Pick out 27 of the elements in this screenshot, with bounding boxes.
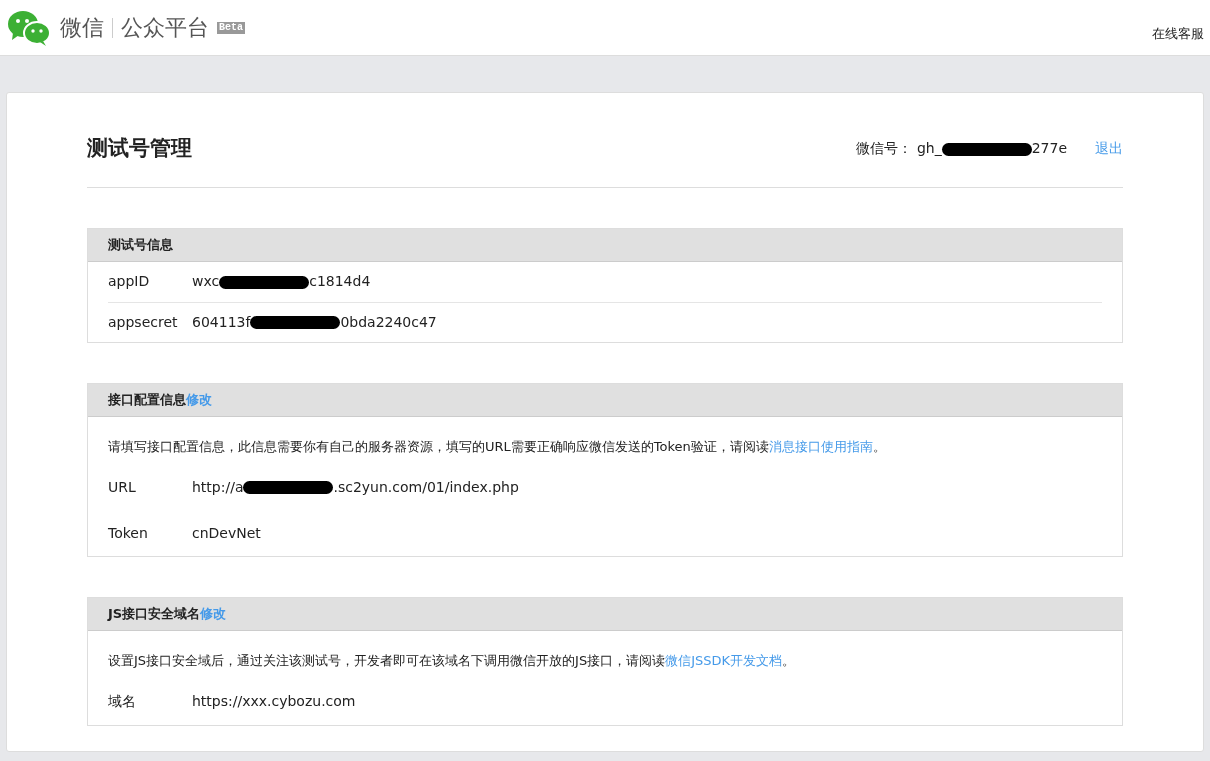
guide-link[interactable]: 微信JSSDK开发文档 <box>665 653 783 668</box>
field-value: http://a .sc2yun.com/01/index.php <box>192 477 519 497</box>
field-value: wxc c1814d4 <box>192 272 371 291</box>
field-label: appsecret <box>108 312 179 332</box>
field-label: URL <box>108 477 137 497</box>
edit-link[interactable]: 修改 <box>186 389 212 410</box>
logo-icon <box>6 8 52 47</box>
beta-badge: Beta <box>217 21 245 34</box>
description-text: 请填写接口配置信息，此信息需要你有自己的服务器资源，填写的URL需要正确响应微信发送的Token验证，请阅读消息接口使用指南。 <box>108 437 887 456</box>
product-name: 公众平台 <box>121 14 209 42</box>
page-title: 测试号管理 <box>87 135 192 162</box>
section-title: JS接口安全域名 <box>108 605 201 624</box>
guide-link[interactable]: 消息接口使用指南 <box>768 438 873 454</box>
field-label: Token <box>108 523 149 543</box>
brand-name: 微信 <box>60 14 104 42</box>
field-label: appID <box>108 272 151 291</box>
edit-link[interactable]: 修改 <box>200 604 227 624</box>
section-title: 测试号信息 <box>108 235 173 254</box>
online-service-link[interactable]: 在线客服 <box>1152 23 1204 43</box>
field-value: https://xxx.cybozu.com <box>192 692 356 711</box>
account-id: 微信号： gh_ 277e <box>856 139 1067 159</box>
field-value: cnDevNet <box>192 523 261 543</box>
logout-link[interactable]: 退出 <box>1091 138 1123 160</box>
field-value: 604113f 0bda2240c47 <box>192 312 437 332</box>
field-label: 域名 <box>108 692 137 711</box>
section-title: 接口配置信息 <box>108 390 186 409</box>
description-text: 设置JS接口安全域后，通过关注该测试号，开发者即可在该域名下调用微信开放的JS接口，请阅读微信JSSDK开发文档。 <box>108 652 797 670</box>
